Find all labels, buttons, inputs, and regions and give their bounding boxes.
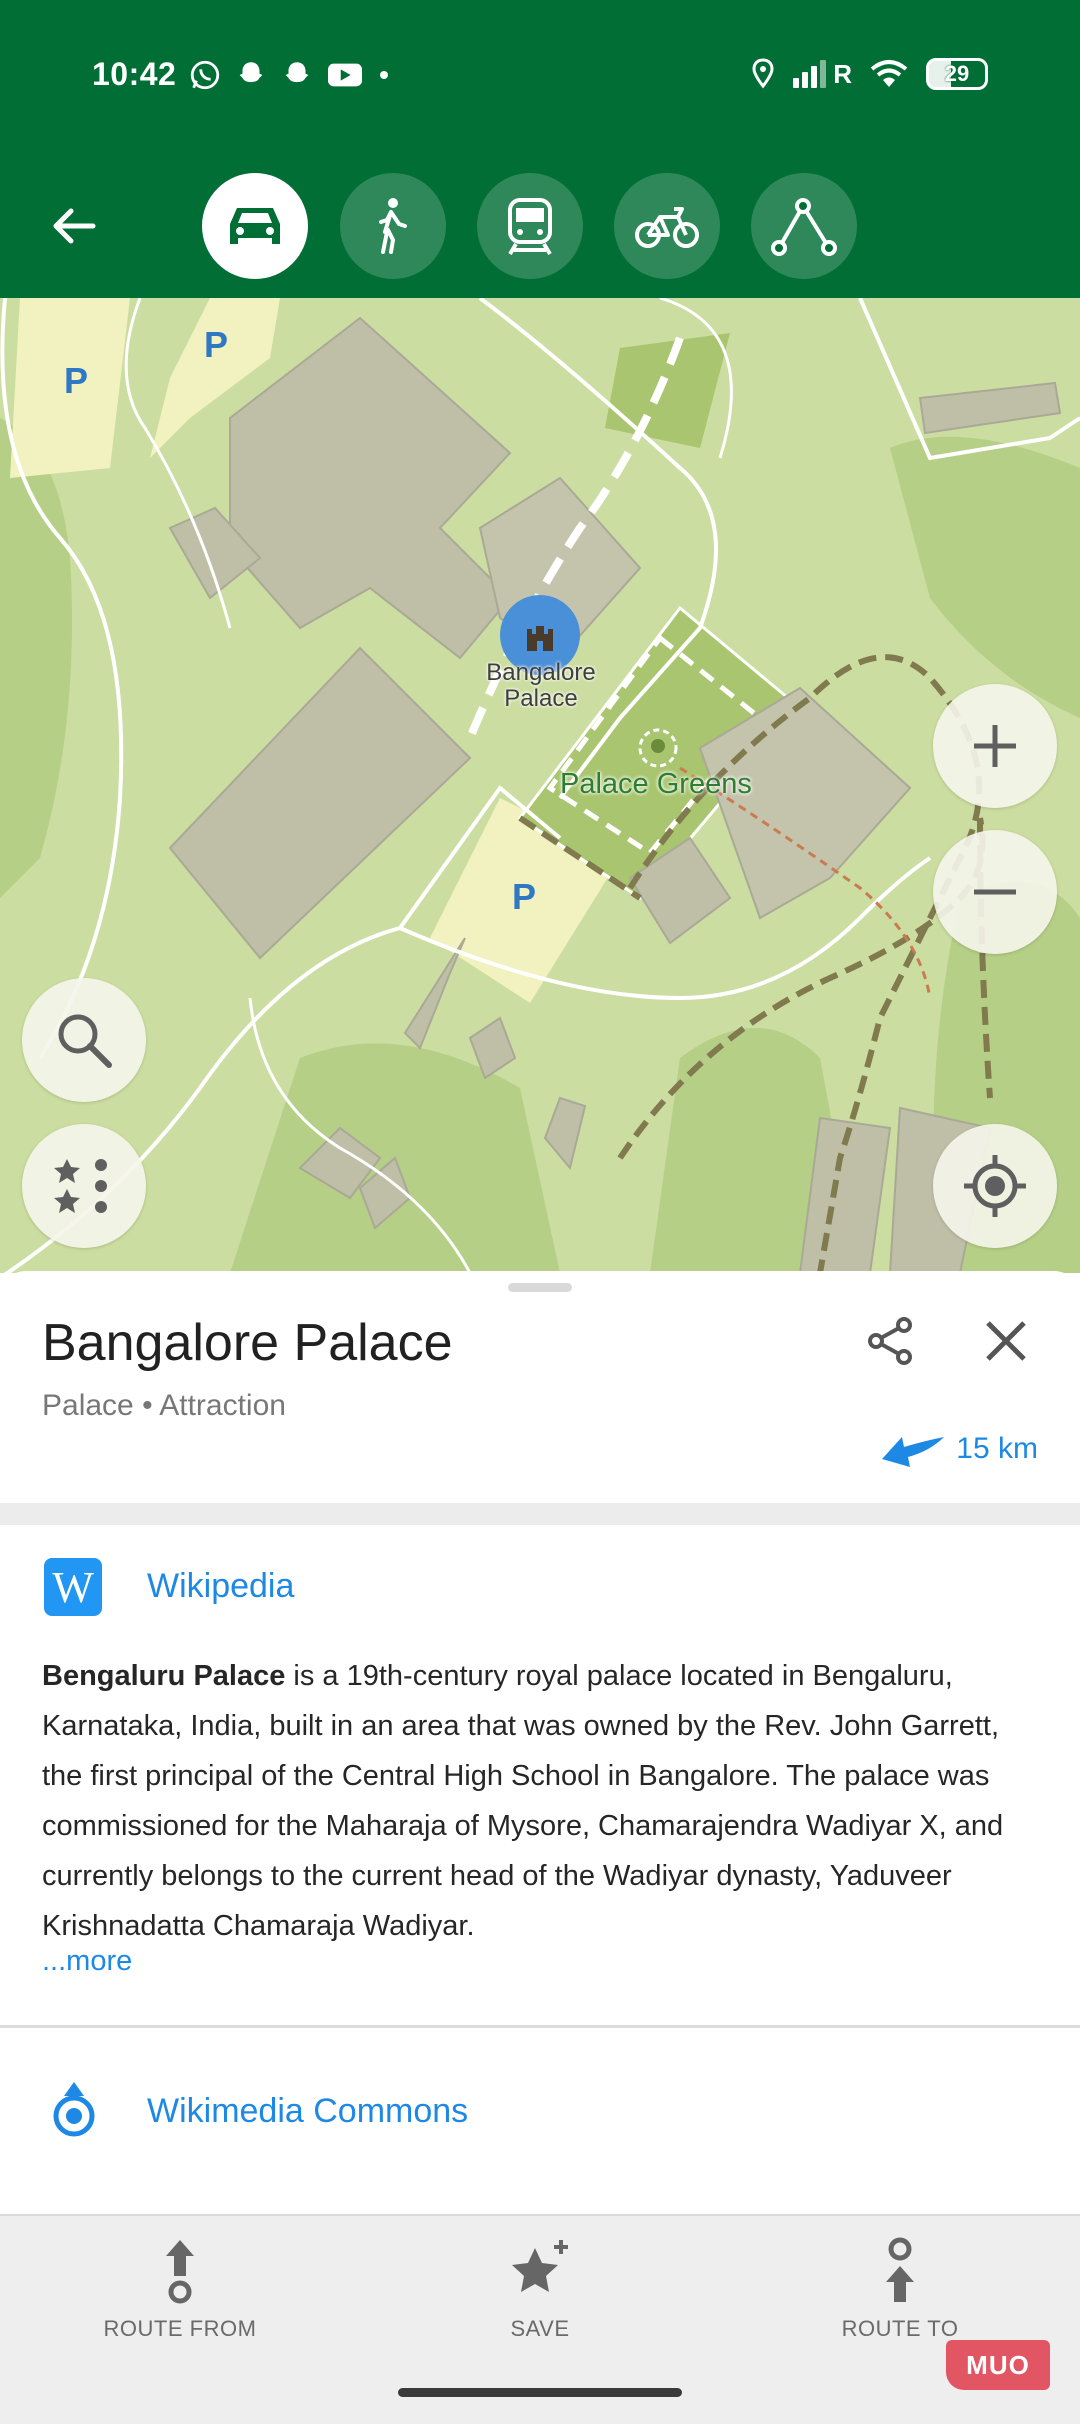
greens-label: Palace Greens [560, 768, 752, 800]
parking-label: P [204, 324, 229, 365]
place-subtitle: Palace • Attraction [42, 1389, 286, 1422]
youtube-icon [328, 63, 362, 87]
parking-label: P [64, 360, 89, 401]
car-icon [230, 208, 280, 244]
distance-indicator: 15 km [880, 1429, 1038, 1469]
castle-icon [527, 626, 553, 651]
walk-icon [379, 198, 407, 254]
zoom-out-button[interactable] [933, 830, 1057, 954]
notification-icons [188, 58, 392, 92]
mode-bike-button[interactable] [614, 173, 720, 279]
zoom-in-button[interactable] [933, 684, 1057, 808]
muo-watermark-logo: MUO [946, 2340, 1050, 2390]
wikipedia-summary-text: is a 19th-century royal palace located i… [42, 1660, 1004, 1942]
save-button[interactable]: SAVE [410, 2236, 670, 2342]
top-toolbar: 10:42 R 29 [0, 0, 1080, 298]
wifi-icon [870, 60, 908, 87]
wikipedia-title-bold: Bengaluru Palace [42, 1660, 286, 1692]
place-title: Bangalore Palace [42, 1314, 453, 1372]
battery-level: 29 [944, 61, 970, 86]
direction-arrow-icon [882, 1437, 945, 1467]
route-from-button[interactable]: ROUTE FROM [50, 2236, 310, 2342]
wikipedia-icon: W [44, 1558, 102, 1616]
system-icons: R 29 [751, 58, 988, 90]
snapchat-icon [239, 62, 263, 83]
share-button[interactable] [862, 1313, 918, 1369]
wikimedia-commons-icon [53, 2082, 95, 2137]
route-to-icon [886, 2237, 914, 2302]
search-button[interactable] [22, 978, 146, 1102]
route-from-icon [166, 2240, 194, 2304]
arrow-left-icon [53, 208, 96, 244]
distance-value: 15 km [956, 1432, 1038, 1465]
route-from-label: ROUTE FROM [103, 2316, 257, 2341]
map-view[interactable]: P P P Bangalore Palace Palace Greens [0, 298, 1080, 1273]
bike-icon [635, 207, 699, 248]
share-icon [868, 1317, 912, 1365]
mode-car-button[interactable] [202, 173, 308, 279]
wikimedia-commons-link[interactable]: Wikimedia Commons [147, 2092, 468, 2131]
location-icon [752, 58, 774, 89]
mode-ruler-button[interactable] [751, 173, 857, 279]
place-sheet: Bangalore Palace Palace • Attraction 15 … [0, 1271, 1080, 1503]
route-to-label: ROUTE TO [841, 2316, 959, 2341]
bookmarks-menu-button[interactable] [22, 1124, 146, 1248]
wikipedia-link[interactable]: Wikipedia [147, 1567, 294, 1606]
network-type: R [833, 59, 852, 89]
my-location-button[interactable] [933, 1124, 1057, 1248]
more-link[interactable]: ...more [42, 1945, 132, 1978]
wikipedia-summary: Bengaluru Palace is a 19th-century royal… [42, 1651, 1042, 1951]
mode-walk-button[interactable] [340, 173, 446, 279]
close-button[interactable] [978, 1313, 1034, 1369]
snapchat-icon [285, 62, 309, 83]
parking-label: P [512, 876, 537, 917]
plus-icon [974, 725, 1016, 767]
back-button[interactable] [44, 196, 104, 256]
commons-section: Wikimedia Commons [0, 2028, 1080, 2214]
close-icon [986, 1321, 1026, 1361]
section-separator [0, 1503, 1080, 1525]
star-plus-icon [512, 2240, 568, 2292]
route-to-button[interactable]: ROUTE TO [770, 2236, 1030, 2342]
status-time: 10:42 [92, 56, 177, 92]
save-label: SAVE [510, 2316, 570, 2341]
mode-transit-button[interactable] [477, 173, 583, 279]
whatsapp-icon [190, 60, 220, 90]
poi-label: Bangalore Palace [486, 659, 596, 712]
wikipedia-section: W Wikipedia Bengaluru Palace is a 19th-c… [0, 1525, 1080, 2025]
battery-icon: 29 [926, 58, 988, 90]
train-icon [508, 198, 552, 256]
dot-icon [380, 71, 388, 79]
status-bar: 10:42 R 29 [0, 0, 1080, 150]
search-icon [58, 1014, 112, 1068]
signal-icon: R [793, 60, 852, 88]
home-indicator[interactable] [398, 2388, 682, 2397]
star-menu-icon [54, 1159, 107, 1213]
route-icon [771, 198, 837, 256]
map-canvas [0, 298, 1080, 1273]
minus-icon [974, 889, 1016, 895]
drag-handle[interactable] [508, 1283, 572, 1292]
target-icon [964, 1155, 1026, 1217]
